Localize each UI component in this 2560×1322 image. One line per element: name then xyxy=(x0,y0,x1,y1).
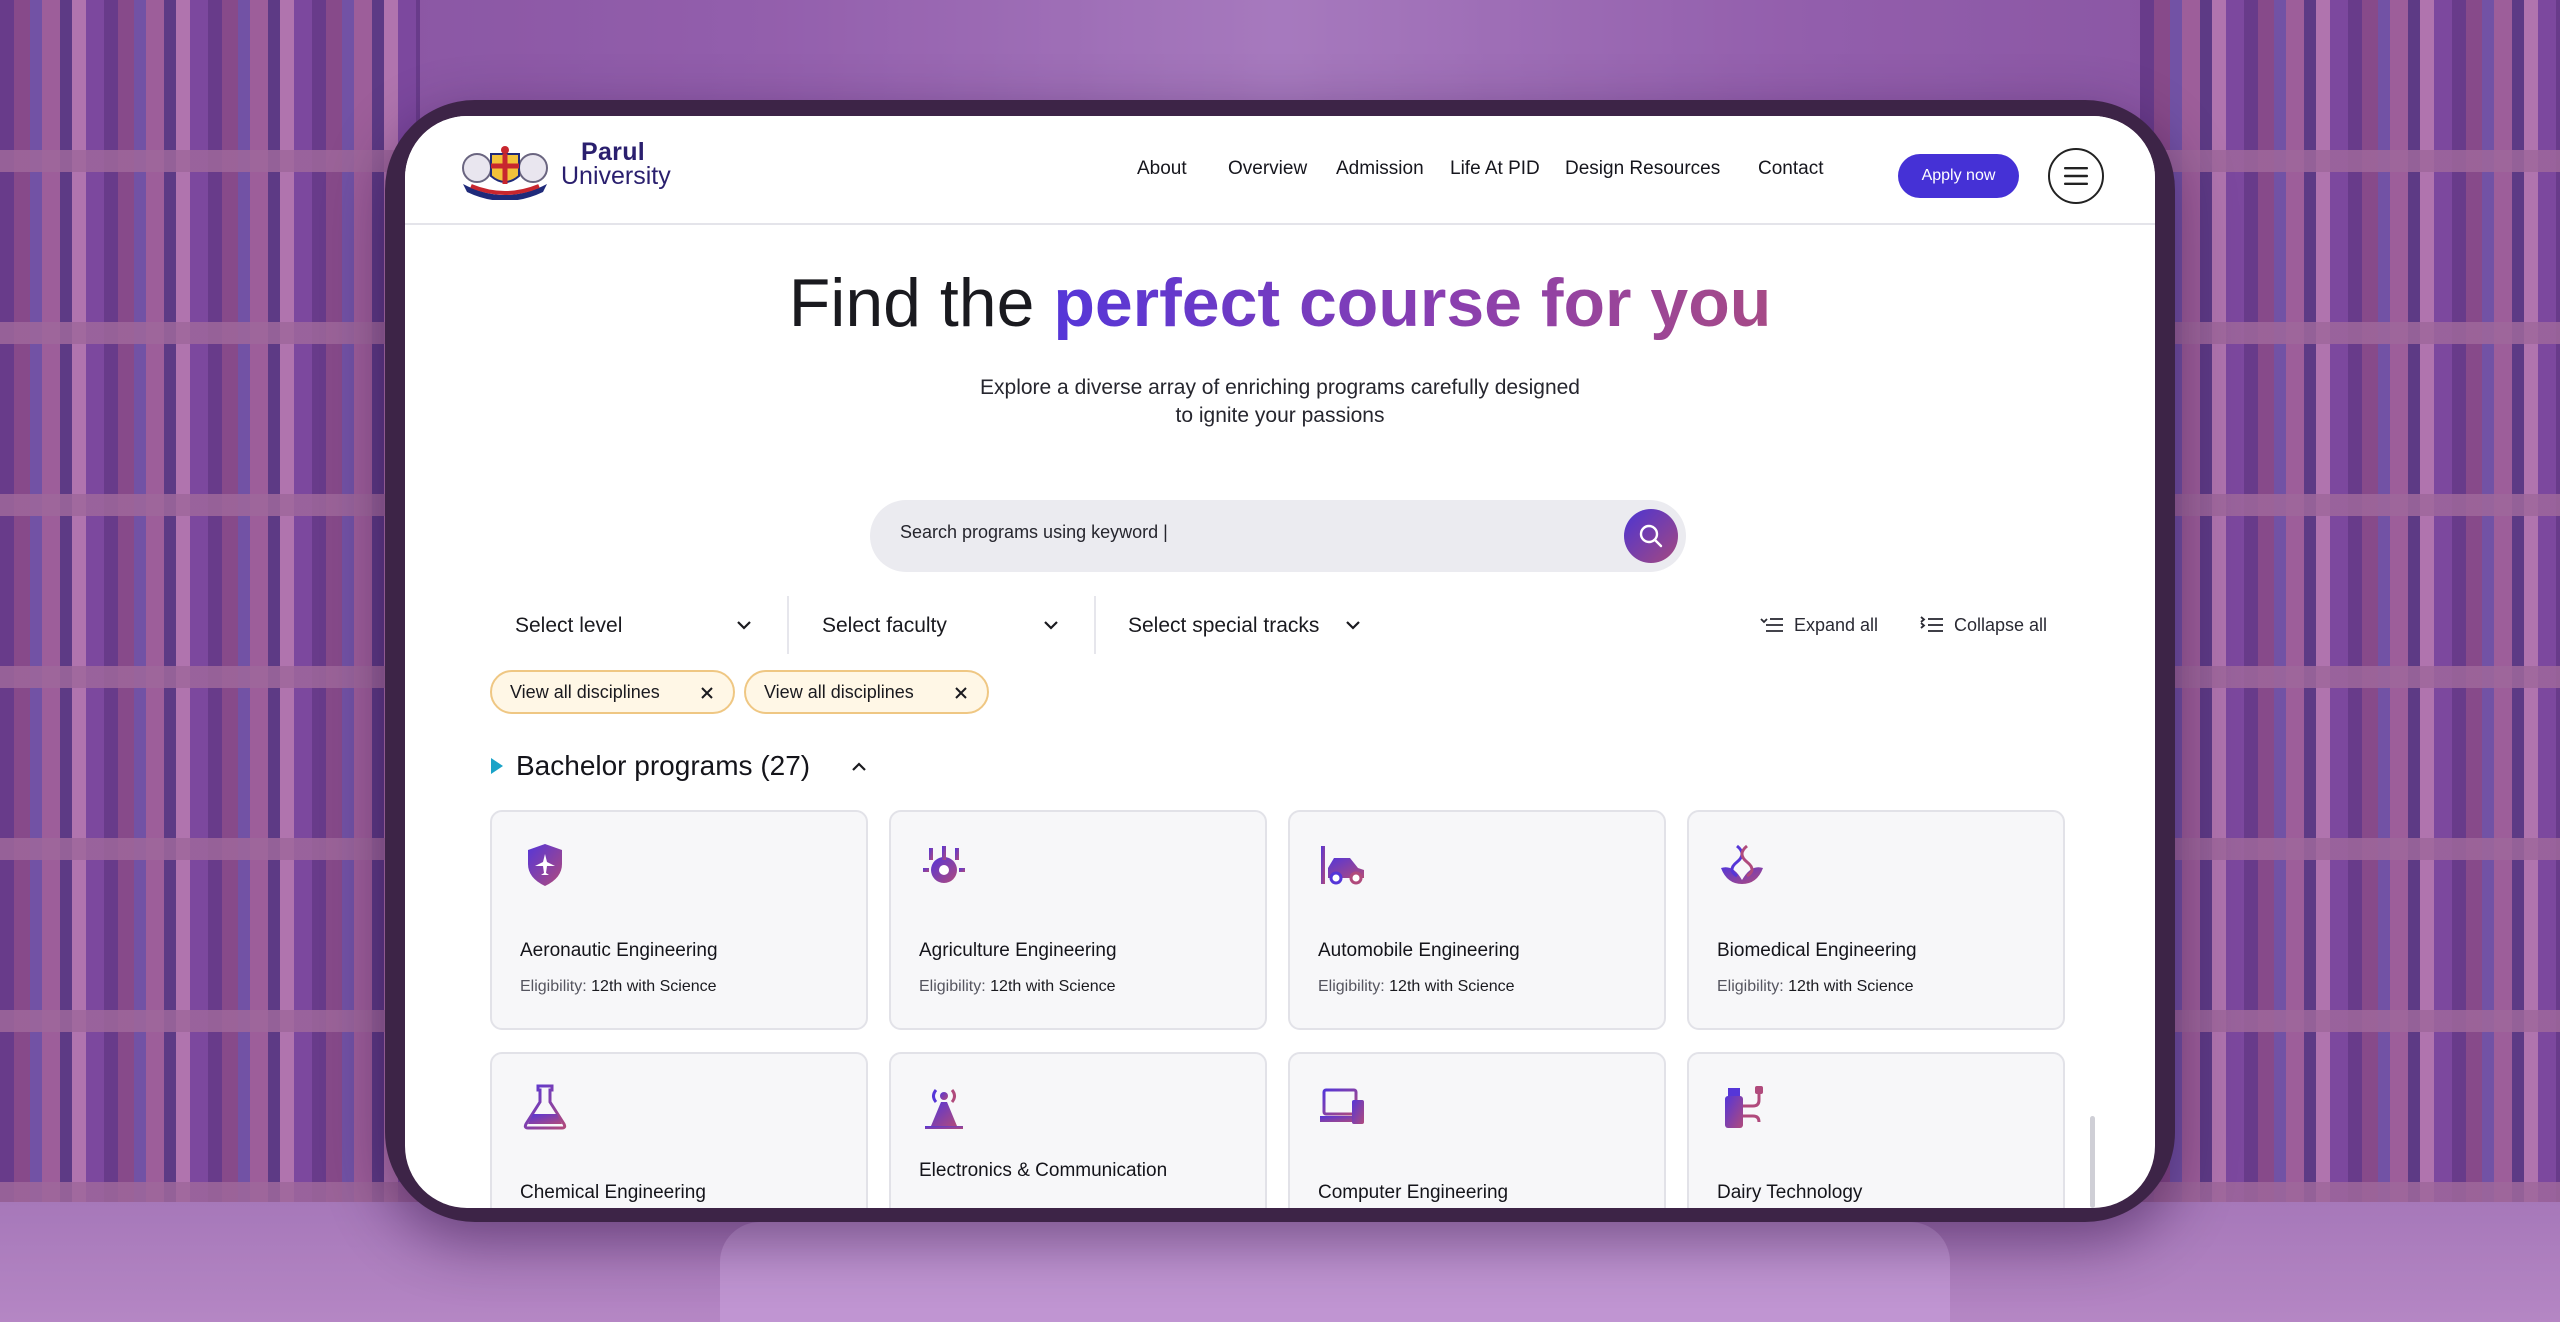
page-title: Find the perfect course for you xyxy=(405,264,2155,342)
program-card-agriculture[interactable]: Agriculture Engineering Eligibility: 12t… xyxy=(889,810,1267,1030)
faculty-select-label: Select faculty xyxy=(822,614,947,637)
faculty-select[interactable]: Select faculty xyxy=(822,604,1072,648)
menu-button[interactable] xyxy=(2048,148,2104,204)
filter-chip[interactable]: View all disciplines xyxy=(490,670,735,714)
program-card-dairy[interactable]: Dairy Technology xyxy=(1687,1052,2065,1208)
car-lift-icon xyxy=(1321,846,1364,885)
collapse-list-icon xyxy=(1920,616,1943,632)
computer-icon xyxy=(1320,1088,1364,1124)
nav-admission[interactable]: Admission xyxy=(1336,158,1424,180)
level-select[interactable]: Select level xyxy=(515,604,765,648)
apply-now-button[interactable]: Apply now xyxy=(1898,154,2019,198)
nav-design-resources[interactable]: Design Resources xyxy=(1565,158,1720,180)
program-name: Chemical Engineering xyxy=(520,1182,706,1203)
chevron-up-icon[interactable] xyxy=(848,756,870,778)
program-name: Electronics & Communication xyxy=(919,1160,1168,1181)
program-card-electronics[interactable]: Electronics & Communication xyxy=(889,1052,1267,1208)
search-icon xyxy=(1639,524,1663,548)
play-triangle-icon xyxy=(491,758,503,774)
section-title[interactable]: Bachelor programs (27) xyxy=(516,746,810,786)
filter-divider xyxy=(1094,596,1096,654)
program-name: Automobile Engineering xyxy=(1318,940,1520,961)
filter-chip-label: View all disciplines xyxy=(510,681,660,702)
chevron-down-icon xyxy=(1346,621,1360,630)
expand-all-label: Expand all xyxy=(1794,614,1879,635)
milk-bottle-icon xyxy=(1725,1086,1763,1128)
nav-about[interactable]: About xyxy=(1137,158,1187,180)
program-name: Computer Engineering xyxy=(1318,1182,1509,1203)
filter-chip[interactable]: View all disciplines xyxy=(744,670,989,714)
program-eligibility: Eligibility: 12th with Science xyxy=(520,978,717,995)
search-input[interactable]: Search programs using keyword | xyxy=(900,522,1168,543)
program-card-computer[interactable]: Computer Engineering xyxy=(1288,1052,1666,1208)
nav-life-at-pid[interactable]: Life At PID xyxy=(1450,158,1540,180)
crest-icon xyxy=(462,146,548,200)
dna-hand-icon xyxy=(1721,844,1763,884)
flask-icon xyxy=(523,1084,567,1130)
logo-name-line2: University xyxy=(561,162,671,190)
program-card-aeronautic[interactable]: Aeronautic Engineering Eligibility: 12th… xyxy=(490,810,868,1030)
search-bar: Search programs using keyword | xyxy=(870,500,1686,572)
program-card-biomedical[interactable]: Biomedical Engineering Eligibility: 12th… xyxy=(1687,810,2065,1030)
title-highlight: perfect course for you xyxy=(1053,265,1772,341)
program-name: Biomedical Engineering xyxy=(1717,940,1917,961)
expand-all-button[interactable]: Expand all xyxy=(1760,610,1878,640)
program-eligibility: Eligibility: 12th with Science xyxy=(1717,978,1914,995)
scrollbar-thumb[interactable] xyxy=(2090,1116,2095,1208)
search-placeholder: Search programs using keyword xyxy=(900,522,1159,542)
chevron-down-icon xyxy=(737,621,751,630)
nav-contact[interactable]: Contact xyxy=(1758,158,1823,180)
title-plain: Find the xyxy=(788,265,1054,341)
program-eligibility: Eligibility: 12th with Science xyxy=(919,978,1116,995)
expand-list-icon xyxy=(1760,618,1783,632)
collapse-all-button[interactable]: Collapse all xyxy=(1920,610,2047,640)
program-name: Agriculture Engineering xyxy=(919,940,1117,961)
program-card-chemical[interactable]: Chemical Engineering xyxy=(490,1052,868,1208)
filter-divider xyxy=(787,596,789,654)
special-tracks-select-label: Select special tracks xyxy=(1128,614,1320,637)
program-card-automobile[interactable]: Automobile Engineering Eligibility: 12th… xyxy=(1288,810,1666,1030)
program-name: Aeronautic Engineering xyxy=(520,940,718,961)
browser-screen: Parul University About Overview Admissio… xyxy=(405,116,2155,1208)
site-header: Parul University About Overview Admissio… xyxy=(405,116,2155,225)
close-icon[interactable] xyxy=(699,685,715,701)
hamburger-icon xyxy=(2064,167,2088,185)
filter-chip-label: View all disciplines xyxy=(764,681,914,702)
chevron-down-icon xyxy=(1044,621,1058,630)
university-logo[interactable]: Parul University xyxy=(457,138,671,202)
level-select-label: Select level xyxy=(515,614,623,637)
antenna-icon xyxy=(925,1089,963,1129)
special-tracks-select[interactable]: Select special tracks xyxy=(1128,604,1378,648)
collapse-all-label: Collapse all xyxy=(1954,614,2048,635)
close-icon[interactable] xyxy=(953,685,969,701)
program-eligibility: Eligibility: 12th with Science xyxy=(1318,978,1515,995)
shield-plane-icon xyxy=(528,844,562,886)
gear-wheat-icon xyxy=(923,846,965,883)
search-button[interactable] xyxy=(1624,509,1678,563)
page-subtitle: Explore a diverse array of enriching pro… xyxy=(980,376,1580,427)
nav-overview[interactable]: Overview xyxy=(1228,158,1307,180)
program-name: Dairy Technology xyxy=(1717,1182,1863,1203)
